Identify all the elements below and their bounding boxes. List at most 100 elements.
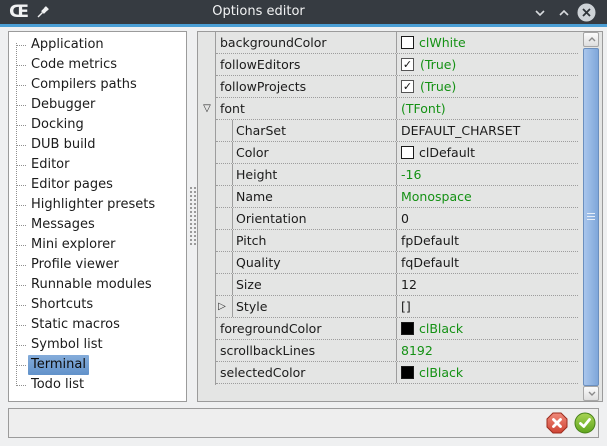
scroll-up-icon[interactable] [583, 32, 599, 47]
property-value[interactable]: clDefault [396, 142, 578, 163]
window-title: Options editor [0, 0, 517, 24]
sidebar-item-debugger[interactable]: Debugger [9, 95, 186, 115]
property-value[interactable]: (TFont) [396, 98, 578, 119]
property-name: Height [216, 164, 396, 185]
property-value[interactable]: 8192 [396, 340, 578, 361]
footer-bar [8, 408, 599, 438]
property-value-text: 0 [401, 211, 409, 226]
sidebar-item-docking[interactable]: Docking [9, 115, 186, 135]
property-name: followProjects [216, 76, 396, 97]
sidebar-item-shortcuts[interactable]: Shortcuts [9, 295, 186, 315]
titlebar[interactable]: Œ Options editor [0, 0, 607, 24]
property-row-pitch[interactable]: Pitch fpDefault [216, 230, 578, 252]
property-row-selectedColor[interactable]: selectedColor clBlack [216, 362, 578, 384]
property-row-color[interactable]: Color clDefault [216, 142, 578, 164]
property-name: Color [216, 142, 396, 163]
property-value-text: clBlack [419, 321, 463, 336]
property-name: Quality [216, 252, 396, 273]
sidebar-item-symbol-list[interactable]: Symbol list [9, 335, 186, 355]
property-value[interactable]: ✓ (True) [396, 76, 578, 97]
color-swatch-white[interactable] [401, 146, 414, 159]
sidebar-item-compilers-paths[interactable]: Compilers paths [9, 75, 186, 95]
property-value-text: (True) [420, 57, 456, 72]
sidebar-item-mini-explorer[interactable]: Mini explorer [9, 235, 186, 255]
property-value[interactable]: fqDefault [396, 252, 578, 273]
color-swatch-white[interactable] [401, 36, 414, 49]
property-value-text: DEFAULT_CHARSET [401, 123, 520, 138]
property-value[interactable]: [] [396, 296, 578, 317]
property-name: font [216, 98, 396, 119]
property-row-backgroundColor[interactable]: backgroundColor clWhite [216, 32, 578, 54]
property-row-followEditors[interactable]: followEditors ✓ (True) [216, 54, 578, 76]
property-value[interactable]: 12 [396, 274, 578, 295]
sidebar-item-dub-build[interactable]: DUB build [9, 135, 186, 155]
property-row-size[interactable]: Size 12 [216, 274, 578, 296]
cancel-button[interactable] [546, 412, 568, 434]
sidebar-item-terminal[interactable]: Terminal [9, 355, 186, 375]
ok-button[interactable] [574, 412, 596, 434]
sidebar-item-code-metrics[interactable]: Code metrics [9, 55, 186, 75]
sidebar-item-profile-viewer[interactable]: Profile viewer [9, 255, 186, 275]
property-name: Size [216, 274, 396, 295]
property-row-style[interactable]: Style [] [216, 296, 578, 318]
property-value[interactable]: ✓ (True) [396, 54, 578, 75]
property-name: Name [216, 186, 396, 207]
property-value-text: fpDefault [401, 233, 459, 248]
sidebar-item-todo-list[interactable]: Todo list [9, 375, 186, 395]
property-name: Pitch [216, 230, 396, 251]
property-value-text: -16 [401, 167, 421, 182]
property-row-name[interactable]: Name Monospace [216, 186, 578, 208]
property-name: selectedColor [216, 362, 396, 383]
scroll-down-icon[interactable] [583, 386, 599, 401]
property-value-text: (TFont) [401, 101, 446, 116]
property-value[interactable]: 0 [396, 208, 578, 229]
property-value[interactable]: -16 [396, 164, 578, 185]
color-swatch-black[interactable] [401, 322, 414, 335]
property-row-font[interactable]: font (TFont) [216, 98, 578, 120]
property-value[interactable]: clBlack [396, 318, 578, 339]
property-row-quality[interactable]: Quality fqDefault [216, 252, 578, 274]
property-name: foregroundColor [216, 318, 396, 339]
property-value[interactable]: clBlack [396, 362, 578, 383]
grid-scrollbar[interactable] [583, 32, 599, 401]
maximize-button-chevron-up-icon[interactable] [555, 4, 573, 22]
pane-splitter[interactable] [189, 31, 197, 402]
sidebar-item-messages[interactable]: Messages [9, 215, 186, 235]
titlebar-accent-line [0, 24, 607, 27]
property-rows: backgroundColor clWhite followEditors ✓ … [215, 32, 578, 385]
property-row-foregroundColor[interactable]: foregroundColor clBlack [216, 318, 578, 340]
property-row-followProjects[interactable]: followProjects ✓ (True) [216, 76, 578, 98]
scrollbar-grip-icon [587, 213, 595, 221]
collapse-arrow-icon[interactable]: ▽ [201, 103, 213, 115]
property-grid: ▽ ▷ backgroundColor clWhite followEditor… [197, 31, 603, 402]
sidebar-item-application[interactable]: Application [9, 35, 186, 55]
property-value[interactable]: clWhite [396, 32, 578, 53]
close-button[interactable] [577, 3, 596, 22]
property-name: Style [216, 296, 396, 317]
splitter-grip-icon [190, 187, 196, 245]
property-row-orientation[interactable]: Orientation 0 [216, 208, 578, 230]
sidebar-item-static-macros[interactable]: Static macros [9, 315, 186, 335]
property-value-text: [] [401, 299, 411, 314]
property-value[interactable]: Monospace [396, 186, 578, 207]
property-name: Orientation [216, 208, 396, 229]
category-tree: Application Code metrics Compilers paths… [8, 31, 187, 402]
scrollbar-thumb[interactable] [583, 48, 599, 386]
color-swatch-black[interactable] [401, 366, 414, 379]
property-row-charset[interactable]: CharSet DEFAULT_CHARSET [216, 120, 578, 142]
checkbox-checked[interactable]: ✓ [401, 80, 414, 93]
property-value-text: (True) [420, 79, 456, 94]
property-value[interactable]: fpDefault [396, 230, 578, 251]
property-name: followEditors [216, 54, 396, 75]
sidebar-item-runnable-modules[interactable]: Runnable modules [9, 275, 186, 295]
property-name: backgroundColor [216, 32, 396, 53]
shade-button-chevron-down-icon[interactable] [531, 4, 549, 22]
property-row-scrollbackLines[interactable]: scrollbackLines 8192 [216, 340, 578, 362]
checkbox-checked[interactable]: ✓ [401, 58, 414, 71]
sidebar-item-editor[interactable]: Editor [9, 155, 186, 175]
property-row-height[interactable]: Height -16 [216, 164, 578, 186]
sidebar-item-highlighter-presets[interactable]: Highlighter presets [9, 195, 186, 215]
property-value[interactable]: DEFAULT_CHARSET [396, 120, 578, 141]
sidebar-item-editor-pages[interactable]: Editor pages [9, 175, 186, 195]
property-value-text: clDefault [419, 145, 475, 160]
